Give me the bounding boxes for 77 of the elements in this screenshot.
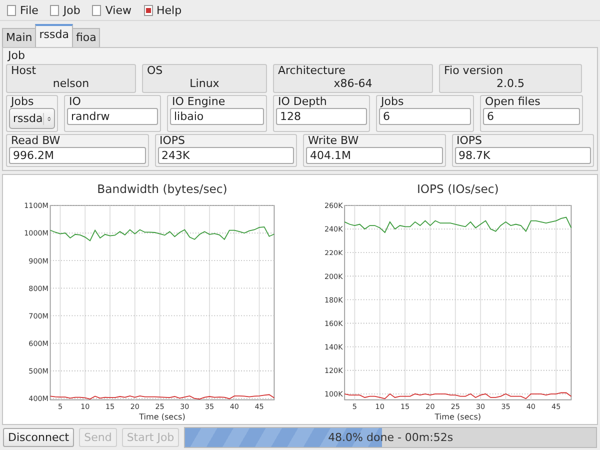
field-label: IO Depth — [278, 96, 328, 108]
axis-title: Time (secs) — [139, 412, 186, 422]
field-label: Architecture — [278, 65, 346, 77]
field-label: IOPS — [160, 135, 186, 147]
axis-label: 260K — [324, 201, 343, 210]
tab[interactable]: rssda — [35, 24, 73, 47]
info-value: 2.0.5 — [496, 77, 526, 90]
axis-label: 25 — [450, 402, 460, 411]
field-label: Jobs — [381, 96, 405, 108]
field-label: IO — [69, 96, 82, 108]
axis-label: 600M — [28, 338, 48, 348]
info-value: Linux — [188, 77, 220, 90]
input-field[interactable]: libaio — [170, 108, 264, 125]
axis-label: 500M — [28, 366, 48, 376]
menu-item[interactable]: File — [4, 4, 42, 16]
axis-label: 45 — [254, 402, 264, 411]
progress-text: 48.0% done - 00m:52s — [328, 430, 454, 444]
input-field[interactable]: randrw — [67, 108, 158, 125]
axis-label: 1000M — [24, 228, 48, 238]
menu-item[interactable]: View — [89, 4, 134, 16]
input-field[interactable]: 6 — [483, 108, 580, 125]
axis-title: Time (secs) — [434, 412, 482, 422]
input-field[interactable]: 243K — [158, 147, 294, 164]
input-field[interactable]: 996.2M — [9, 147, 146, 164]
field-label: IO Engine — [172, 96, 226, 108]
axis-label: 20 — [130, 402, 140, 411]
axis-label: 45 — [552, 402, 561, 411]
axis-label: 35 — [204, 402, 214, 411]
info-value: x86-64 — [332, 77, 374, 90]
input-field[interactable]: 128 — [276, 108, 367, 125]
chart-title: Bandwidth (bytes/sec) — [97, 182, 228, 196]
axis-label: 10 — [80, 402, 90, 411]
input-field[interactable]: 98.7K — [454, 147, 591, 164]
axis-label: 30 — [476, 402, 486, 411]
axis-label: 140K — [324, 342, 343, 352]
field-label: Host — [11, 65, 38, 77]
axis-label: 400M — [28, 394, 48, 404]
axis-label: 700M — [28, 311, 48, 320]
axis-label: 35 — [501, 402, 510, 411]
info-value: nelson — [52, 77, 90, 90]
axis-label: 40 — [230, 402, 239, 411]
field-label: OS — [147, 65, 164, 77]
field-label: Fio version — [444, 65, 504, 77]
chart-title: IOPS (IOs/sec) — [416, 182, 499, 196]
axis-label: 40 — [526, 402, 536, 411]
menu-item[interactable]: Help — [140, 4, 185, 16]
axis-label: 120K — [324, 366, 343, 376]
axis-label: 200K — [324, 272, 343, 281]
axis-label: 5 — [352, 402, 357, 411]
input-field[interactable]: 6 — [379, 108, 471, 125]
axis-label: 10 — [375, 402, 384, 411]
axis-label: 15 — [400, 402, 410, 411]
axis-label: 240K — [324, 224, 343, 234]
axis-label: 220K — [324, 248, 343, 258]
tab[interactable]: Main — [2, 28, 36, 47]
axis-label: 15 — [105, 402, 115, 411]
input-field[interactable]: 404.1M — [306, 147, 442, 164]
axis-label: 20 — [426, 402, 435, 411]
group-title: Job — [8, 49, 25, 62]
axis-label: 900M — [28, 256, 48, 266]
axis-label: 100K — [324, 390, 343, 399]
footer-button[interactable]: Disconnect — [3, 428, 74, 446]
jobs-dropdown[interactable]: rssda — [9, 108, 55, 129]
field-label: Open files — [485, 96, 542, 108]
axis-label: 160K — [324, 318, 343, 328]
axis-label: 5 — [58, 402, 63, 411]
axis-label: 180K — [324, 295, 343, 304]
axis-label: 30 — [180, 402, 190, 411]
tab[interactable]: fioa — [72, 28, 100, 47]
axis-label: 1100M — [24, 201, 48, 210]
field-label: Jobs — [11, 96, 35, 108]
axis-label: 800M — [28, 284, 48, 293]
menu-item[interactable]: Job — [47, 4, 84, 16]
field-label: Write BW — [308, 135, 360, 147]
field-label: Read BW — [11, 135, 62, 147]
field-label: IOPS — [456, 135, 484, 147]
axis-label: 25 — [155, 402, 164, 411]
